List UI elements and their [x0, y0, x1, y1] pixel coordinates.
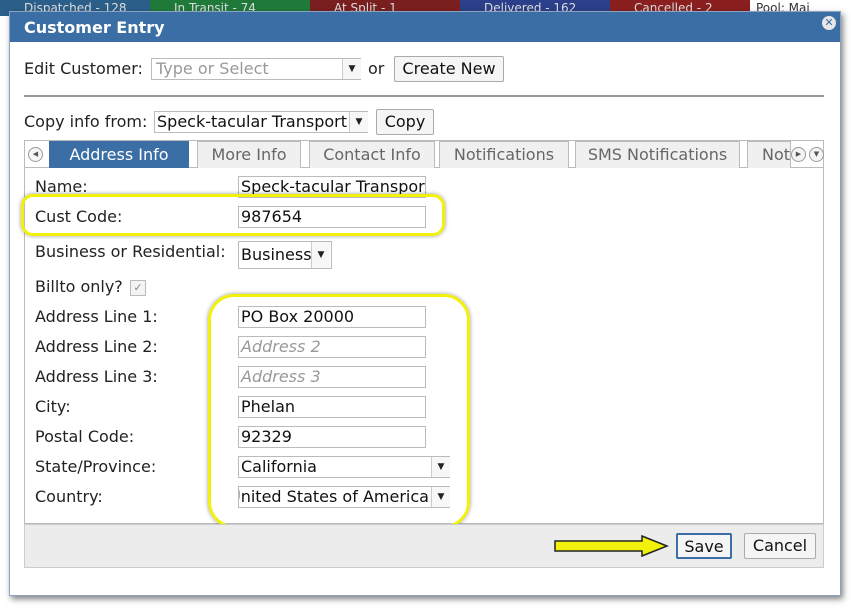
- arrow-pointer-icon: [554, 534, 670, 558]
- close-icon[interactable]: ✕: [822, 16, 836, 30]
- tab-more-info[interactable]: More Info: [197, 141, 301, 168]
- chevron-down-icon[interactable]: ▼: [342, 59, 361, 79]
- tab-contact-info[interactable]: Contact Info: [309, 141, 435, 168]
- tab-sms-notifications[interactable]: SMS Notifications: [575, 141, 740, 168]
- address2-label: Address Line 2:: [35, 337, 158, 356]
- address1-label: Address Line 1:: [35, 307, 158, 326]
- postal-code-label: Postal Code:: [35, 427, 135, 446]
- save-button[interactable]: Save: [676, 533, 732, 559]
- or-text: or: [368, 59, 385, 78]
- cancel-button[interactable]: Cancel: [744, 533, 816, 559]
- country-label: Country:: [35, 487, 103, 506]
- address3-label: Address Line 3:: [35, 367, 158, 386]
- cust-code-highlight: [21, 194, 445, 236]
- create-new-button[interactable]: Create New: [394, 56, 504, 82]
- tab-menu-icon[interactable]: ▼: [809, 147, 824, 162]
- business-residential-label: Business or Residential:: [35, 242, 226, 261]
- tab-address-info[interactable]: Address Info: [49, 141, 189, 168]
- dialog-title: Customer Entry: [24, 18, 165, 37]
- customer-entry-dialog: Customer Entry ✕ Edit Customer: Type or …: [9, 11, 841, 596]
- tab-scroll-right-icon[interactable]: ▶: [791, 147, 806, 162]
- address-highlight: [208, 294, 470, 528]
- billto-only-label: Billto only?: [35, 277, 123, 296]
- state-label: State/Province:: [35, 457, 157, 476]
- tab-scroll-left-icon[interactable]: ◀: [28, 147, 43, 162]
- edit-customer-input[interactable]: Type or Select: [151, 58, 361, 80]
- billto-only-checkbox[interactable]: ✓: [130, 280, 146, 296]
- dialog-titlebar: Customer Entry: [10, 12, 840, 42]
- copy-info-label: Copy info from:: [24, 112, 148, 131]
- tab-bar: ◀ Address Info More Info Contact Info No…: [24, 140, 824, 168]
- edit-customer-placeholder: Type or Select: [156, 59, 269, 78]
- chevron-down-icon[interactable]: ▼: [311, 242, 330, 268]
- edit-customer-label: Edit Customer:: [24, 59, 143, 78]
- copy-button[interactable]: Copy: [376, 109, 434, 135]
- tab-notes[interactable]: Notes: [747, 141, 791, 168]
- tab-notifications[interactable]: Notifications: [439, 141, 569, 168]
- divider: [24, 95, 824, 97]
- chevron-down-icon[interactable]: ▼: [349, 112, 368, 132]
- city-label: City:: [35, 397, 71, 416]
- copy-info-select[interactable]: Speck-tacular Transport: [154, 111, 368, 133]
